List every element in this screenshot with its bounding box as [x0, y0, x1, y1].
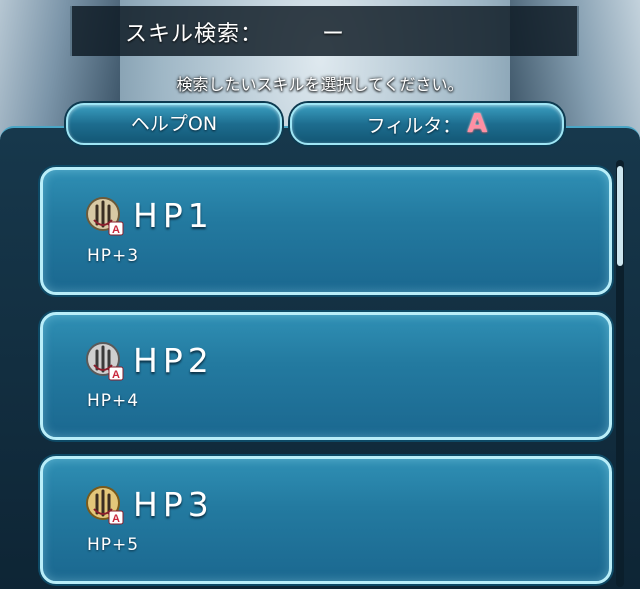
help-toggle-label: ヘルプON: [130, 113, 218, 135]
skill-slot-letter: A: [112, 513, 120, 525]
filter-grade-value: A: [467, 109, 488, 139]
skill-name: HP2: [133, 341, 214, 380]
skill-slot-letter: A: [112, 369, 120, 381]
filter-button[interactable]: フィルタ： A: [290, 103, 564, 145]
skill-card-hp2[interactable]: A HP2 HP+4: [40, 312, 612, 440]
skill-description: HP+4: [87, 391, 140, 411]
hp-skill-icon: A: [86, 486, 124, 525]
skill-name: HP1: [133, 196, 214, 235]
filter-label: フィルタ：: [366, 115, 462, 137]
instruction-text: 検索したいスキルを選択してください。: [176, 75, 464, 94]
skill-slot-letter: A: [112, 224, 120, 236]
skill-card-hp1[interactable]: A HP1 HP+3: [40, 167, 612, 295]
help-toggle-button[interactable]: ヘルプON: [66, 103, 282, 145]
skill-name: HP3: [133, 485, 214, 524]
skill-search-value: ー: [322, 22, 345, 47]
hp-skill-icon: A: [86, 197, 124, 236]
skill-description: HP+5: [87, 535, 140, 555]
skill-card-hp3[interactable]: A HP3 HP+5: [40, 456, 612, 584]
skill-search-label: スキル検索：: [125, 22, 264, 47]
hp-skill-icon: A: [86, 342, 124, 381]
skill-description: HP+3: [87, 246, 140, 266]
scrollbar-thumb[interactable]: [617, 166, 623, 266]
